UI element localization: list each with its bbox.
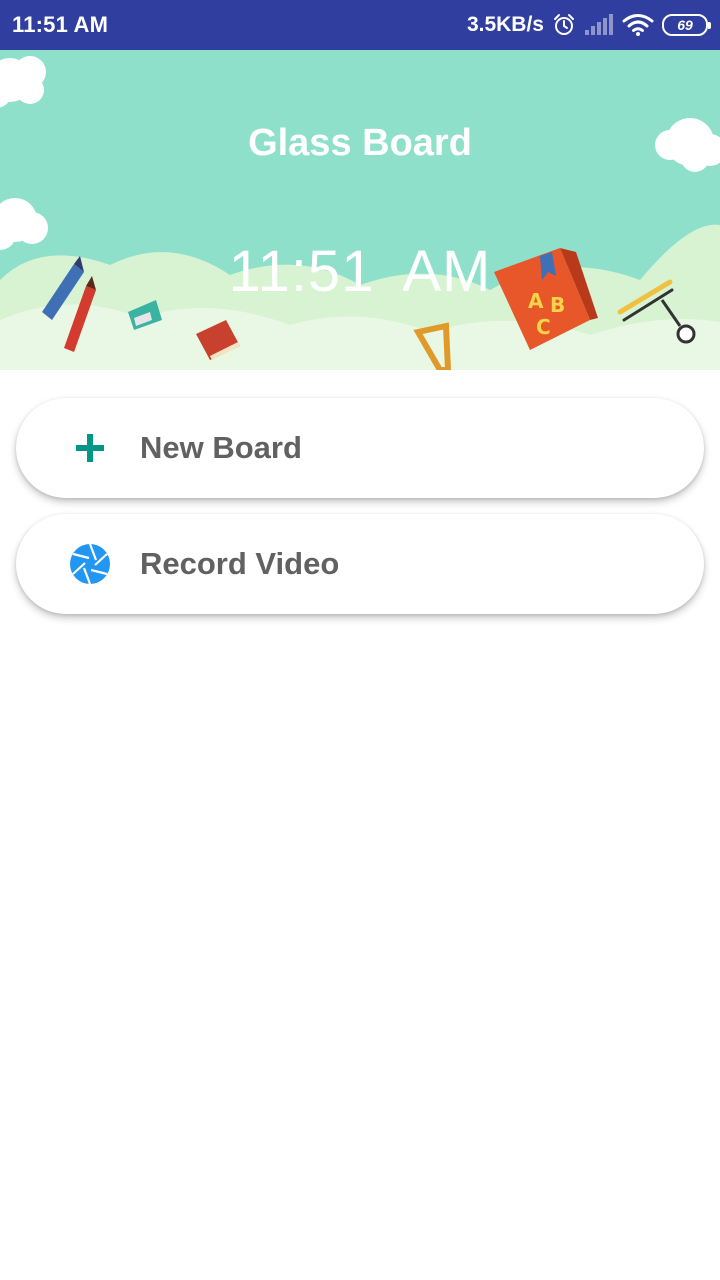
record-video-label: Record Video [140,546,340,581]
cloud-icon [0,56,46,108]
plus-icon [66,424,114,472]
clock-display: 11:51 AM [228,239,492,304]
header-banner: A B C Glass Board 11:51 AM [0,50,720,370]
header-illustration: A B C [0,56,720,370]
new-board-button[interactable]: New Board [16,398,704,498]
network-speed: 3.5KB/s [466,13,544,36]
wifi-icon [622,13,654,37]
new-board-label: New Board [140,430,302,465]
signal-icon [584,14,614,36]
status-bar: 11:51 AM 3.5KB/s 69 [0,0,720,50]
battery-level: 69 [677,17,693,33]
record-video-button[interactable]: Record Video [16,514,704,614]
app-title: Glass Board [248,122,472,164]
svg-text:C: C [536,315,551,339]
battery-icon: 69 [662,14,711,36]
status-icons: 3.5KB/s 69 [466,13,711,37]
alarm-icon [552,13,576,37]
camera-shutter-icon [66,540,114,588]
status-time: 11:51 AM [12,12,109,37]
